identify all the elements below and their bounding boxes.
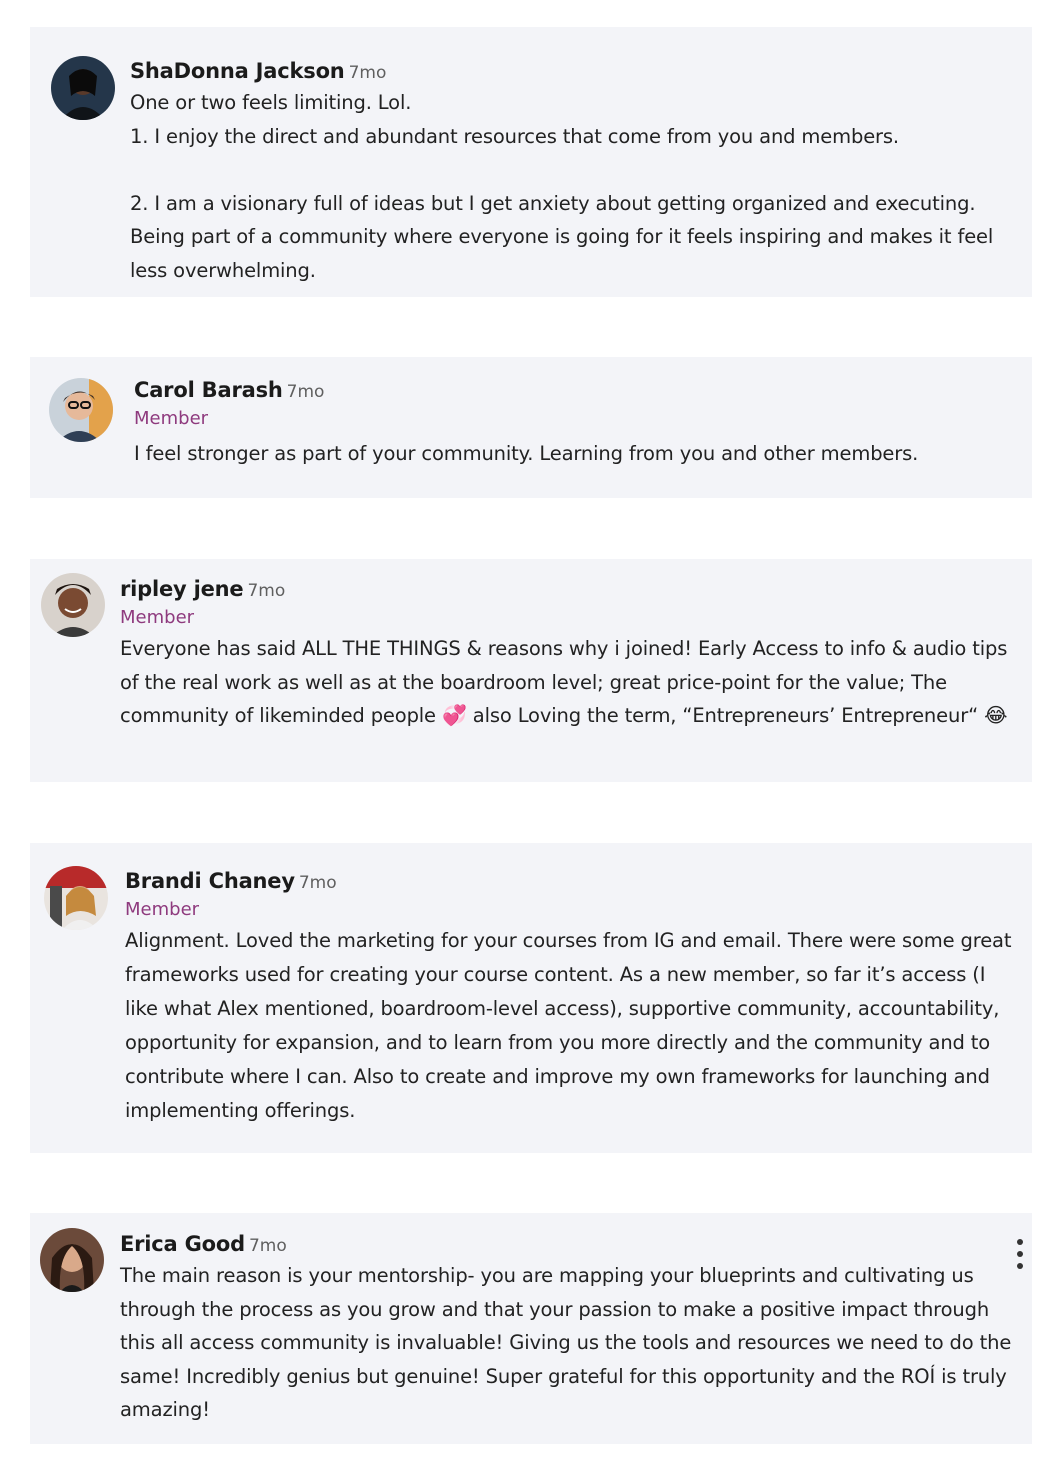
comment-card: ShaDonna Jackson 7mo One or two feels lim… (30, 27, 1032, 297)
author-name[interactable]: ripley jene (120, 577, 244, 601)
comment-card: ripley jene 7mo Member Everyone has said … (30, 559, 1032, 782)
avatar[interactable] (44, 866, 108, 930)
avatar[interactable] (41, 573, 105, 637)
comment-feed: ShaDonna Jackson 7mo One or two feels lim… (0, 0, 1056, 1470)
author-name[interactable]: Carol Barash (134, 378, 283, 402)
post-time: 7mo (348, 63, 387, 83)
comment-text: I feel stronger as part of your communit… (134, 442, 919, 465)
avatar[interactable] (40, 1228, 104, 1292)
comment-text: Everyone has said ALL THE THINGS & reaso… (120, 637, 1014, 727)
two-hearts-emoji: 💞 (441, 703, 467, 727)
post-time: 7mo (298, 873, 337, 893)
member-badge: Member (120, 607, 195, 628)
member-badge: Member (134, 408, 209, 429)
author-name[interactable]: Erica Good (120, 1232, 245, 1256)
avatar[interactable] (49, 378, 113, 442)
comment-card: Brandi Chaney 7mo Member Alignment. Loved… (30, 843, 1032, 1153)
comment-card: Carol Barash 7mo Member I feel stronger a… (30, 357, 1032, 498)
post-time: 7mo (247, 581, 286, 601)
comment-text: The main reason is your mentorship- you … (120, 1264, 1018, 1421)
avatar[interactable] (51, 56, 115, 120)
comment-card: Erica Good 7mo The main reason is your me… (30, 1213, 1032, 1444)
post-time: 7mo (286, 382, 325, 402)
member-badge: Member (125, 899, 200, 920)
comment-text: Alignment. Loved the marketing for your … (125, 929, 1018, 1122)
comment-text: One or two feels limiting. Lol. 1. I enj… (130, 91, 994, 282)
post-time: 7mo (248, 1236, 287, 1256)
laughing-emoji: 😂 (984, 703, 1008, 727)
author-name[interactable]: Brandi Chaney (125, 869, 295, 893)
author-name[interactable]: ShaDonna Jackson (130, 59, 345, 83)
